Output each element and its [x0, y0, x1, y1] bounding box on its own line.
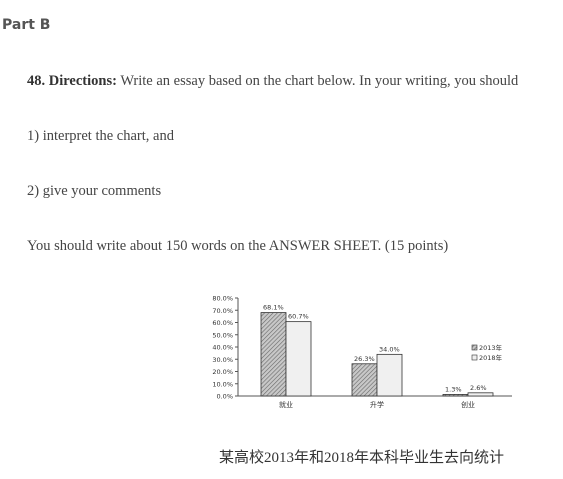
y-tick-label: 30.0%: [212, 356, 233, 364]
bar-2013年-0: [260, 312, 287, 397]
directions-paragraph: 48. Directions: Write an essay based on …: [27, 73, 518, 90]
y-tick-label: 60.0%: [212, 319, 233, 327]
legend-swatch-2013年: [471, 344, 478, 351]
bar-2013年-2: [442, 394, 469, 397]
chart-caption: 某高校2013年和2018年本科毕业生去向统计: [218, 450, 504, 466]
x-tick-label: 就业: [279, 400, 293, 409]
y-tick-label: 20.0%: [212, 368, 233, 376]
x-tick-label: 升学: [370, 400, 384, 409]
y-tick-label: 80.0%: [212, 295, 233, 303]
question-number: 48. Directions:: [27, 73, 117, 89]
instruction-item-2: 2) give your comments: [27, 183, 162, 199]
instruction-item-1: 1) interpret the chart, and: [27, 128, 174, 144]
y-tick-label: 10.0%: [212, 380, 233, 388]
legend-label: 2013年: [479, 343, 503, 352]
x-tick-label: 创业: [461, 400, 475, 409]
data-label: 68.1%: [263, 304, 284, 312]
data-label: 2.6%: [470, 384, 487, 392]
bar-2013年-1: [351, 363, 378, 397]
directions-text: Write an essay based on the chart below.…: [116, 73, 519, 89]
word-requirement: You should write about 150 words on the …: [27, 238, 449, 254]
legend-swatch-2018年: [471, 354, 478, 361]
legend-label: 2018年: [479, 353, 503, 362]
data-label: 60.7%: [288, 313, 309, 321]
y-tick-label: 70.0%: [212, 307, 233, 315]
data-label: 34.0%: [379, 345, 400, 353]
bar-chart: 0.0% 10.0% 20.0% 30.0% 40.0% 50.0% 60.0% 70.0% 8…: [212, 295, 512, 409]
y-tick-label: 40.0%: [212, 344, 233, 352]
data-label: 1.3%: [445, 385, 462, 393]
data-label: 26.3%: [354, 355, 375, 363]
bar-2018年-1: [376, 353, 403, 397]
bar-2018年-2: [467, 392, 494, 397]
y-tick-label: 0.0%: [216, 393, 233, 401]
bar-2018年-0: [285, 321, 312, 397]
y-tick-label: 50.0%: [212, 331, 233, 339]
section-label: Part B: [2, 17, 51, 33]
